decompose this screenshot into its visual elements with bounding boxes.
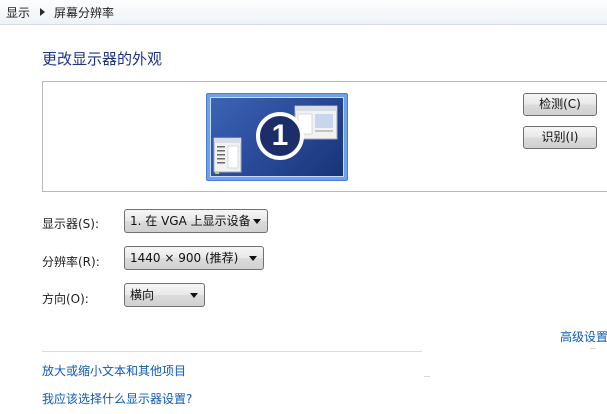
page-title: 更改显示器的外观 — [42, 50, 163, 68]
faint-mark — [424, 376, 430, 377]
breadcrumb-item-display[interactable]: 显示 — [0, 4, 30, 21]
breadcrumb: 显示 屏幕分辨率 — [0, 0, 607, 25]
orientation-label: 方向(O): — [42, 292, 89, 306]
breadcrumb-item-resolution[interactable]: 屏幕分辨率 — [54, 4, 114, 21]
identify-button[interactable]: 识别(I) — [523, 126, 597, 149]
chevron-right-icon[interactable] — [40, 8, 46, 16]
resolution-dropdown[interactable]: 1440 × 900 (推荐) — [124, 246, 264, 270]
monitor-panel: 1 检测(C) 识别(I) — [42, 81, 607, 192]
monitor-1-icon[interactable]: 1 — [206, 93, 348, 181]
resolution-label: 分辨率(R): — [42, 255, 100, 269]
display-dropdown-value: 1. 在 VGA 上显示设备 — [130, 214, 251, 228]
chevron-down-icon — [249, 256, 257, 261]
display-dropdown[interactable]: 1. 在 VGA 上显示设备 — [124, 209, 268, 233]
faint-mark — [590, 348, 596, 349]
text-size-link[interactable]: 放大或缩小文本和其他项目 — [42, 362, 186, 379]
resolution-dropdown-value: 1440 × 900 (推荐) — [130, 251, 239, 265]
display-label: 显示器(S): — [42, 217, 100, 231]
which-settings-link[interactable]: 我应该选择什么显示器设置? — [42, 390, 192, 407]
monitor-screen: 1 — [210, 97, 344, 177]
divider — [42, 351, 422, 352]
detect-button[interactable]: 检测(C) — [523, 93, 597, 116]
advanced-settings-link[interactable]: 高级设置 — [560, 328, 607, 345]
chevron-down-icon — [253, 219, 261, 224]
orientation-dropdown-value: 横向 — [130, 288, 155, 302]
chevron-down-icon — [190, 293, 198, 298]
monitor-number: 1 — [271, 119, 289, 152]
orientation-dropdown[interactable]: 横向 — [124, 283, 205, 307]
